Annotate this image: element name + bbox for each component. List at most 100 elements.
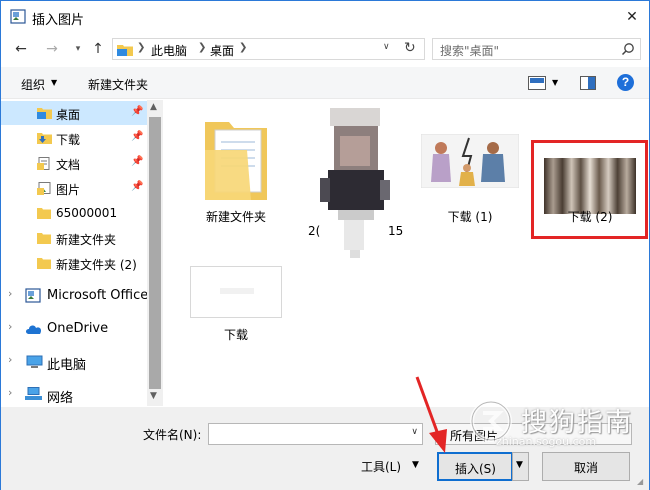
breadcrumb-separator-icon[interactable]: ❯ bbox=[239, 42, 247, 53]
navigation-pane: 桌面 📌 下载 📌 文档 📌 图片 📌 65000001 新建文件夹 新建文件夹… bbox=[1, 100, 163, 406]
search-input[interactable]: 搜索"桌面" bbox=[432, 38, 641, 60]
chevron-right-icon[interactable]: › bbox=[8, 386, 12, 399]
file-list: 新建文件夹 2( 15 下载 (1) 下载 (2) 下载 bbox=[164, 100, 649, 406]
sidebar-item-downloads[interactable]: 下载 📌 bbox=[1, 126, 147, 150]
file-name-left: 2( bbox=[308, 224, 321, 238]
arrow-left-icon: ← bbox=[15, 41, 27, 57]
search-placeholder: 搜索"桌面" bbox=[440, 44, 500, 58]
breadcrumb-desktop[interactable]: 桌面 bbox=[210, 42, 234, 59]
illustration-thumbnail bbox=[421, 134, 519, 188]
breadcrumb-separator-icon: ❯ bbox=[137, 42, 146, 53]
folder-icon bbox=[205, 122, 267, 200]
close-button[interactable]: ✕ bbox=[615, 3, 649, 31]
highlight-annotation bbox=[531, 140, 648, 239]
sidebar-item-documents[interactable]: 文档 📌 bbox=[1, 151, 147, 175]
office-icon bbox=[25, 288, 41, 303]
change-view-icon[interactable] bbox=[528, 76, 546, 90]
preview-pane-icon[interactable] bbox=[580, 76, 596, 90]
sidebar-item-label: 网络 bbox=[47, 391, 74, 406]
folder-icon bbox=[37, 233, 51, 244]
sidebar-item-new-folder[interactable]: 新建文件夹 bbox=[1, 226, 147, 250]
nav-pane-scrollbar[interactable]: ▲ ▼ bbox=[147, 100, 163, 406]
sidebar-item-label: 65000001 bbox=[56, 206, 118, 220]
tools-button[interactable]: 工具(L) bbox=[361, 458, 401, 475]
tools-dropdown-icon[interactable]: ▼ bbox=[412, 460, 419, 470]
sidebar-item-desktop[interactable]: 桌面 📌 bbox=[1, 101, 147, 125]
folder-icon bbox=[37, 208, 51, 219]
organize-button[interactable]: 组织 bbox=[21, 76, 45, 93]
address-bar[interactable]: ❯ 此电脑 ❯ 桌面 ❯ ∨ ↻ bbox=[112, 38, 425, 60]
app-icon bbox=[10, 9, 26, 24]
sidebar-item-this-pc[interactable]: › 此电脑 bbox=[1, 349, 147, 373]
desktop-folder-icon bbox=[37, 108, 52, 119]
cancel-button[interactable]: 取消 bbox=[542, 452, 630, 481]
close-icon: ✕ bbox=[626, 9, 638, 25]
chevron-right-icon[interactable]: › bbox=[8, 353, 12, 366]
chevron-right-icon[interactable]: › bbox=[8, 320, 12, 333]
file-name-right: 15 bbox=[388, 224, 404, 238]
sidebar-item-onedrive[interactable]: › OneDrive bbox=[1, 316, 147, 340]
sidebar-item-label: 图片 bbox=[56, 183, 81, 197]
address-dropdown-icon[interactable]: ∨ bbox=[383, 42, 390, 52]
breadcrumb-separator-icon[interactable]: ❯ bbox=[198, 42, 206, 53]
chevron-right-icon[interactable]: › bbox=[8, 287, 12, 300]
sidebar-item-65000001[interactable]: 65000001 bbox=[1, 201, 147, 225]
sidebar-item-label: 下载 bbox=[56, 133, 81, 147]
chevron-down-icon: ▼ bbox=[516, 460, 523, 470]
back-button[interactable]: ← bbox=[11, 38, 31, 60]
download-folder-icon bbox=[37, 133, 52, 144]
sidebar-item-microsoft-office[interactable]: › Microsoft Office bbox=[1, 283, 148, 307]
pin-icon: 📌 bbox=[131, 181, 144, 192]
watermark-url: zhinan.sogou.com bbox=[496, 435, 597, 448]
file-item-download-1[interactable]: 下载 (1) bbox=[420, 134, 520, 234]
documents-folder-icon bbox=[37, 157, 50, 170]
sidebar-item-label: 文档 bbox=[56, 158, 81, 172]
filename-label: 文件名(N): bbox=[143, 428, 202, 442]
arrow-right-icon: → bbox=[46, 41, 58, 57]
organize-dropdown-icon[interactable]: ▼ bbox=[51, 78, 57, 87]
sidebar-item-label: 新建文件夹 bbox=[56, 233, 117, 247]
insert-picture-dialog: 插入图片 ✕ ← → ▾ ↑ ❯ 此电脑 ❯ 桌面 ❯ ∨ ↻ 搜索"桌面" 组… bbox=[0, 0, 650, 490]
view-dropdown-icon[interactable]: ▼ bbox=[552, 78, 558, 87]
scroll-up-icon[interactable]: ▲ bbox=[150, 102, 157, 112]
sidebar-item-new-folder-2[interactable]: 新建文件夹 (2) bbox=[1, 251, 147, 275]
title-bar: 插入图片 ✕ bbox=[1, 1, 649, 32]
cloud-icon bbox=[26, 325, 42, 334]
file-name: 新建文件夹 bbox=[205, 210, 266, 224]
insert-options-button[interactable]: ▼ bbox=[512, 452, 529, 481]
file-item-download[interactable]: 下载 bbox=[188, 266, 284, 346]
resize-grip-icon[interactable]: ◢ bbox=[637, 477, 643, 486]
sidebar-item-label: 桌面 bbox=[56, 108, 81, 122]
file-name: 下载 (1) bbox=[447, 210, 493, 224]
sidebar-item-network[interactable]: › 网络 bbox=[1, 382, 147, 406]
breadcrumb-this-pc[interactable]: 此电脑 bbox=[151, 42, 187, 59]
watermark-text: 搜狗指南 bbox=[521, 408, 634, 438]
up-button[interactable]: ↑ bbox=[88, 38, 108, 60]
command-bar: 组织 ▼ 新建文件夹 ▼ ? bbox=[1, 67, 649, 99]
computer-icon bbox=[26, 355, 43, 368]
sidebar-item-label: 新建文件夹 (2) bbox=[56, 258, 137, 272]
file-item-new-folder[interactable]: 新建文件夹 bbox=[186, 112, 286, 232]
navigation-row: ← → ▾ ↑ ❯ 此电脑 ❯ 桌面 ❯ ∨ ↻ 搜索"桌面" bbox=[1, 34, 649, 64]
portrait-thumbnail bbox=[320, 108, 390, 258]
insert-button[interactable]: 插入(S) bbox=[437, 452, 513, 481]
sidebar-item-pictures[interactable]: 图片 📌 bbox=[1, 176, 147, 200]
scroll-down-icon[interactable]: ▼ bbox=[150, 391, 157, 401]
filename-input[interactable]: ∨ bbox=[208, 423, 423, 445]
new-folder-button[interactable]: 新建文件夹 bbox=[88, 76, 148, 93]
refresh-icon[interactable]: ↻ bbox=[404, 40, 416, 56]
file-item-portrait[interactable]: 2( 15 bbox=[306, 108, 416, 258]
pictures-folder-icon bbox=[37, 182, 51, 195]
blank-thumbnail bbox=[190, 266, 282, 318]
insert-label: 插入(S) bbox=[455, 462, 496, 476]
help-icon[interactable]: ? bbox=[617, 74, 634, 91]
sidebar-item-label: 此电脑 bbox=[47, 358, 87, 373]
folder-icon bbox=[37, 258, 51, 269]
pin-icon: 📌 bbox=[131, 106, 144, 117]
scrollbar-thumb[interactable] bbox=[149, 117, 161, 389]
cancel-label: 取消 bbox=[574, 461, 599, 475]
recent-locations-button[interactable]: ▾ bbox=[68, 38, 88, 60]
forward-button[interactable]: → bbox=[42, 38, 62, 60]
file-name: 下载 bbox=[223, 328, 248, 342]
pin-icon: 📌 bbox=[131, 131, 144, 142]
